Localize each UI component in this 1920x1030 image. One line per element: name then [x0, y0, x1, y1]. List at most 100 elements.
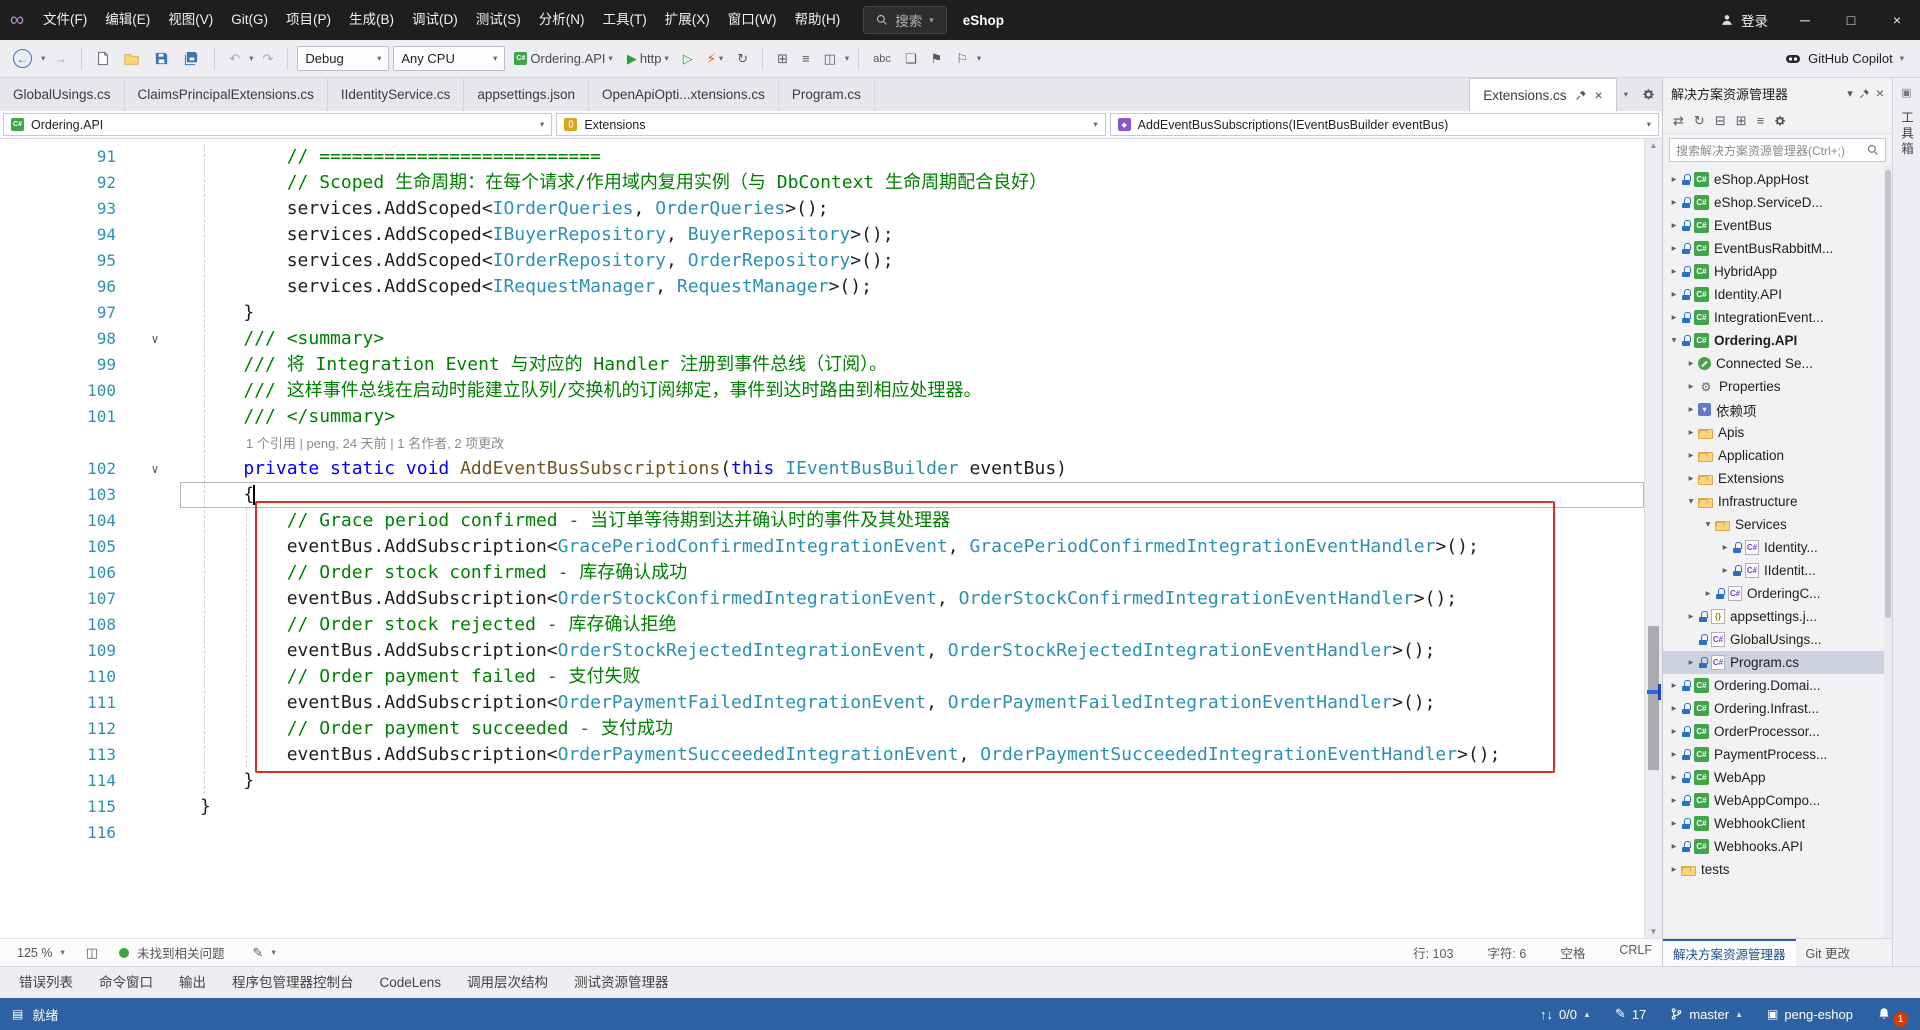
tree-item[interactable]: ▸ Application	[1663, 444, 1892, 467]
eol-indicator[interactable]: CRLF	[1619, 943, 1652, 962]
menu-item[interactable]: Git(G)	[222, 0, 277, 40]
chevron-collapsed-icon[interactable]: ▸	[1667, 266, 1681, 277]
code-line[interactable]: 103 {	[0, 482, 1644, 508]
tree-item[interactable]: ▸ C# eShop.AppHost	[1663, 168, 1892, 191]
chevron-expanded-icon[interactable]: ▾	[1684, 496, 1698, 507]
start-debug-button[interactable]: ▶ http ▾	[622, 48, 674, 70]
document-tab[interactable]: Program.cs	[779, 78, 875, 111]
startup-project-dropdown[interactable]: C# Ordering.API ▾	[509, 48, 617, 69]
code-editor[interactable]: 91 // ========================== 92 // Sc…	[0, 139, 1662, 938]
panel-tab[interactable]: Git 更改	[1796, 939, 1860, 966]
chevron-collapsed-icon[interactable]: ▸	[1667, 312, 1681, 323]
tree-item[interactable]: ▸ C# Identity...	[1663, 536, 1892, 559]
start-without-debug-button[interactable]: ▷	[678, 48, 698, 70]
code-cleanup-button[interactable]: ✎ ▾	[246, 942, 283, 964]
bottom-tab[interactable]: 测试资源管理器	[561, 967, 682, 999]
show-all-files-icon[interactable]: ⊞	[1736, 113, 1747, 129]
char-indicator[interactable]: 字符: 6	[1487, 943, 1526, 962]
chevron-collapsed-icon[interactable]: ▸	[1718, 542, 1732, 553]
navigate-back-button[interactable]: ←	[8, 46, 37, 71]
chevron-collapsed-icon[interactable]: ▸	[1667, 703, 1681, 714]
document-tab[interactable]: ClaimsPrincipalExtensions.cs	[125, 78, 328, 111]
code-line[interactable]: 95 services.AddScoped<IOrderRepository, …	[0, 248, 1644, 274]
sync-commits-button[interactable]: ↑↓ 0/0 ▲	[1540, 1007, 1591, 1022]
tree-item[interactable]: ▸ C# EventBus	[1663, 214, 1892, 237]
chevron-collapsed-icon[interactable]: ▸	[1684, 657, 1698, 668]
code-line[interactable]: 114 }	[0, 768, 1644, 794]
branch-picker-button[interactable]: master ▲	[1670, 1007, 1743, 1022]
switch-views-icon[interactable]: ⇄	[1673, 113, 1684, 129]
refresh-icon[interactable]: ↻	[1694, 113, 1705, 129]
tree-item[interactable]: ▸ tests	[1663, 858, 1892, 881]
menu-item[interactable]: 窗口(W)	[719, 0, 786, 40]
minimize-button[interactable]: ─	[1782, 0, 1828, 40]
pin-icon[interactable]	[1575, 89, 1587, 101]
code-line[interactable]: 101 /// </summary>	[0, 404, 1644, 430]
find-in-files-button[interactable]: ⊞	[772, 48, 793, 70]
chevron-down-icon[interactable]: ▾	[845, 53, 849, 64]
bottom-tab[interactable]: 命令窗口	[86, 967, 166, 999]
chevron-collapsed-icon[interactable]: ▸	[1667, 726, 1681, 737]
split-view-button[interactable]: ◫	[819, 48, 841, 70]
save-button[interactable]	[149, 48, 174, 69]
document-list-button[interactable]: ▾	[1617, 78, 1635, 111]
chevron-expanded-icon[interactable]: ▾	[1701, 519, 1715, 530]
tree-item[interactable]: C# GlobalUsings...	[1663, 628, 1892, 651]
auto-hide-icon[interactable]: ▣	[1901, 86, 1911, 99]
menu-item[interactable]: 视图(V)	[159, 0, 222, 40]
editor-scrollbar[interactable]: ▲ ▼	[1644, 139, 1662, 938]
solution-search-input[interactable]: 搜索解决方案资源管理器(Ctrl+;)	[1669, 138, 1886, 162]
navigate-forward-button[interactable]: →	[49, 48, 72, 69]
fold-indicator[interactable]: ∨	[130, 326, 180, 352]
close-panel-icon[interactable]: ×	[1876, 85, 1884, 101]
code-line[interactable]: 92 // Scoped 生命周期：在每个请求/作用域内复用实例（与 DbCon…	[0, 170, 1644, 196]
tree-scrollbar[interactable]	[1884, 166, 1892, 938]
tree-item[interactable]: ▸ Connected Se...	[1663, 352, 1892, 375]
code-line[interactable]: 108 // Order stock rejected - 库存确认拒绝	[0, 612, 1644, 638]
configuration-dropdown[interactable]: Debug ▾	[297, 46, 390, 71]
undo-button[interactable]: ↶	[224, 48, 245, 70]
code-line[interactable]: 93 services.AddScoped<IOrderQueries, Ord…	[0, 196, 1644, 222]
title-search-box[interactable]: 搜索 ▾	[863, 6, 947, 34]
platform-dropdown[interactable]: Any CPU ▾	[393, 46, 506, 71]
project-dropdown[interactable]: C# Ordering.API ▾	[3, 113, 553, 136]
codelens-row[interactable]: 1 个引用 | peng, 24 天前 | 1 名作者, 2 项更改	[0, 430, 1644, 456]
code-line[interactable]: 102 ∨ private static void AddEventBusSubs…	[0, 456, 1644, 482]
chevron-collapsed-icon[interactable]: ▸	[1684, 450, 1698, 461]
tree-item[interactable]: ▸ C# Ordering.Domai...	[1663, 674, 1892, 697]
chevron-collapsed-icon[interactable]: ▸	[1667, 772, 1681, 783]
code-line[interactable]: 97 }	[0, 300, 1644, 326]
maximize-button[interactable]: □	[1828, 0, 1874, 40]
panel-menu-icon[interactable]: ▾	[1847, 87, 1853, 100]
chevron-down-icon[interactable]: ▾	[977, 53, 981, 64]
tree-item[interactable]: ▸ Extensions	[1663, 467, 1892, 490]
close-tab-icon[interactable]: ×	[1595, 87, 1603, 103]
tree-scrollbar-thumb[interactable]	[1885, 170, 1891, 618]
document-tab[interactable]: OpenApiOpti...xtensions.cs	[589, 78, 779, 111]
tree-item[interactable]: ▸ C# EventBusRabbitM...	[1663, 237, 1892, 260]
tree-item[interactable]: ▸ C# Ordering.Infrast...	[1663, 697, 1892, 720]
tree-item[interactable]: ▸ C# eShop.ServiceD...	[1663, 191, 1892, 214]
spaces-indicator[interactable]: 空格	[1560, 943, 1585, 962]
tree-item[interactable]: ▸ C# OrderProcessor...	[1663, 720, 1892, 743]
bottom-tab[interactable]: CodeLens	[367, 967, 455, 999]
close-button[interactable]: ×	[1874, 0, 1920, 40]
new-file-button[interactable]	[91, 48, 115, 69]
chevron-expanded-icon[interactable]: ▾	[1667, 335, 1681, 346]
tree-item[interactable]: ▸ C# Webhooks.API	[1663, 835, 1892, 858]
code-line[interactable]: 105 eventBus.AddSubscription<GracePeriod…	[0, 534, 1644, 560]
tree-item[interactable]: ▾ Infrastructure	[1663, 490, 1892, 513]
document-health-indicator[interactable]: 未找到相关问题	[112, 940, 232, 965]
bottom-tab[interactable]: 调用层次结构	[454, 967, 561, 999]
code-line[interactable]: 112 // Order payment succeeded - 支付成功	[0, 716, 1644, 742]
document-tab[interactable]: IIdentityService.cs	[328, 78, 465, 111]
code-line[interactable]: 91 // ==========================	[0, 144, 1644, 170]
chevron-collapsed-icon[interactable]: ▸	[1718, 565, 1732, 576]
chevron-down-icon[interactable]: ▾	[249, 53, 253, 64]
properties-icon[interactable]	[1774, 115, 1786, 127]
chevron-collapsed-icon[interactable]: ▸	[1667, 680, 1681, 691]
toolbox-autohide-tab[interactable]: 工具箱	[1897, 111, 1916, 158]
comment-button[interactable]: ❏	[900, 48, 922, 70]
bottom-tab[interactable]: 输出	[166, 967, 219, 999]
spell-check-button[interactable]: abc	[868, 50, 896, 68]
